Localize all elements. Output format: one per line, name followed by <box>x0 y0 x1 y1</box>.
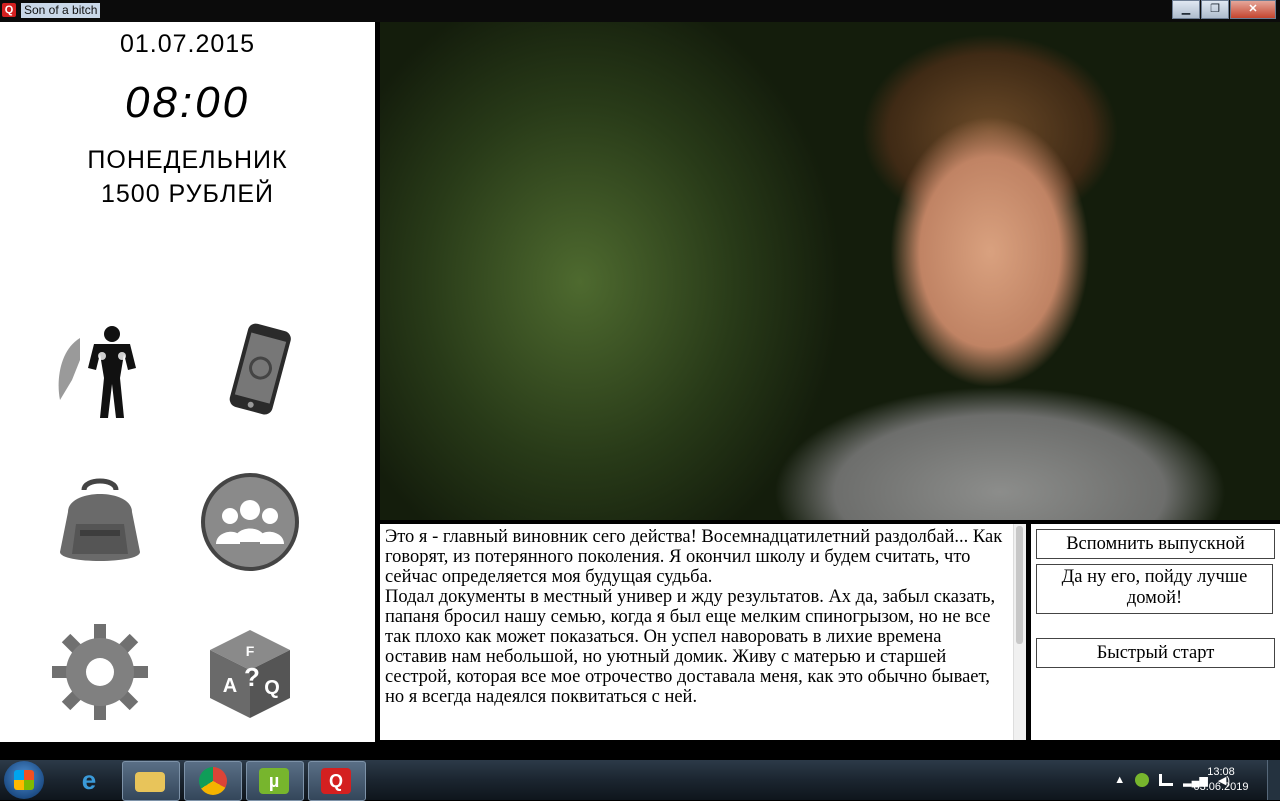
money-label: 1500 РУБЛЕЙ <box>100 180 275 208</box>
clock-time: 13:08 <box>1207 766 1235 778</box>
minimize-button[interactable]: ▁ <box>1172 0 1200 19</box>
story-text-pane: Это я - главный виновник сего действа! В… <box>380 524 1026 740</box>
chrome-icon <box>199 767 227 795</box>
app-icon: Q <box>2 3 16 17</box>
svg-text:?: ? <box>244 662 260 692</box>
utorrent-icon: µ <box>259 768 289 794</box>
svg-text:A: A <box>223 675 237 697</box>
scrollbar-thumb[interactable] <box>1016 526 1023 644</box>
story-scrollbar[interactable] <box>1013 524 1026 740</box>
quick-start-button[interactable]: Быстрый старт <box>1036 638 1275 668</box>
people-icon[interactable] <box>200 472 300 572</box>
phone-icon[interactable] <box>210 320 310 420</box>
window-title: Son of a bitch <box>21 3 101 18</box>
system-clock[interactable]: 13:08 03.06.2019 <box>1186 765 1256 795</box>
game-app-icon: Q <box>321 768 351 794</box>
backpack-icon[interactable] <box>50 472 150 572</box>
weekday-label: ПОНЕДЕЛЬНИК <box>87 146 288 174</box>
chrome-taskbar-button[interactable] <box>184 761 242 801</box>
ie-icon: e <box>81 765 97 795</box>
windows-logo-icon <box>14 770 34 790</box>
character-portrait <box>380 22 1280 520</box>
taskbar: e µ Q ▲ ▂▄▆ ◀) 13:08 03.06.2019 <box>0 760 1280 801</box>
utorrent-taskbar-button[interactable]: µ <box>246 761 304 801</box>
show-hidden-icons-icon[interactable]: ▲ <box>1114 774 1125 786</box>
file-explorer-taskbar-button[interactable] <box>122 761 180 801</box>
folder-icon <box>135 772 165 792</box>
hero-icon[interactable] <box>50 320 150 420</box>
svg-text:Q: Q <box>264 677 280 699</box>
close-button[interactable]: ✕ <box>1230 0 1276 19</box>
faq-cube-icon[interactable]: F A ? Q <box>200 622 300 722</box>
status-panel: 01.07.2015 08:00 ПОНЕДЕЛЬНИК 1500 РУБЛЕЙ <box>0 22 375 742</box>
maximize-button[interactable]: ❐ <box>1201 0 1229 19</box>
svg-text:F: F <box>246 643 255 659</box>
show-desktop-button[interactable] <box>1267 760 1280 800</box>
network-icon[interactable] <box>1159 774 1174 786</box>
time-label: 08:00 <box>124 78 251 127</box>
window-controls: ▁ ❐ ✕ <box>1171 0 1276 19</box>
utorrent-tray-icon[interactable] <box>1135 773 1150 787</box>
choices-pane: Вспомнить выпускной Да ну его, пойду луч… <box>1031 524 1280 740</box>
date-label: 01.07.2015 <box>119 30 256 58</box>
start-button[interactable] <box>4 761 44 799</box>
internet-explorer-taskbar-button[interactable]: e <box>62 761 118 799</box>
title-bar: Q Son of a bitch ▁ ❐ ✕ <box>0 0 1280 22</box>
story-text: Это я - главный виновник сего действа! В… <box>385 527 1003 707</box>
choice-go-home-button[interactable]: Да ну его, пойду лучше домой! <box>1036 564 1273 614</box>
clock-date: 03.06.2019 <box>1193 781 1249 793</box>
settings-gear-icon[interactable] <box>50 622 150 722</box>
choice-remember-prom-button[interactable]: Вспомнить выпускной <box>1036 529 1275 559</box>
game-app-taskbar-button[interactable]: Q <box>308 761 366 801</box>
